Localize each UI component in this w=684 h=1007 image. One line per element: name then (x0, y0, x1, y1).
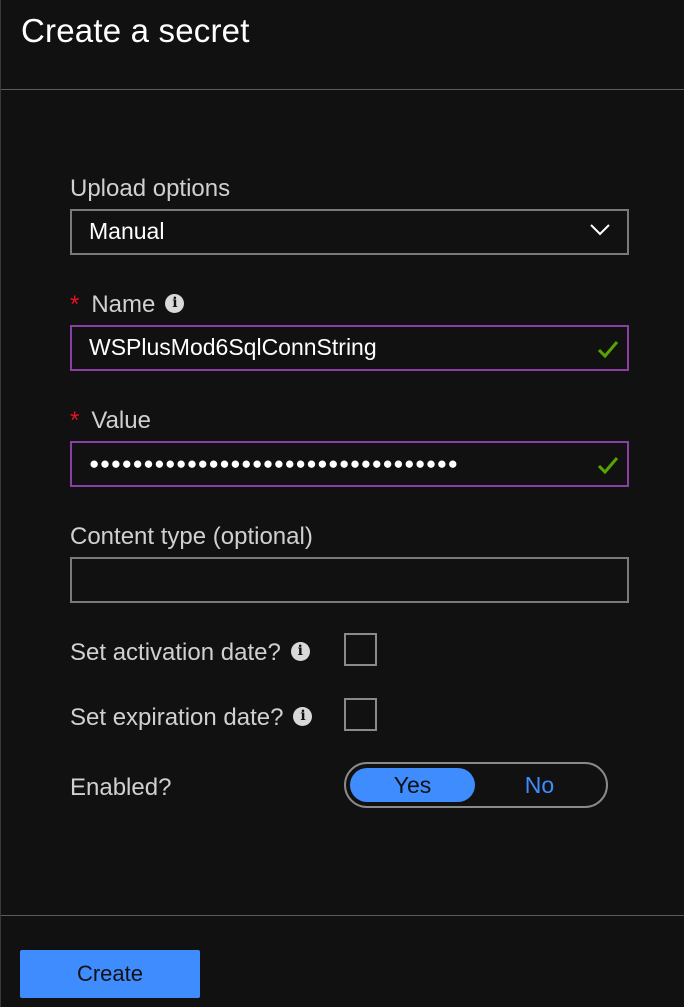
required-mark: * (70, 291, 80, 318)
create-secret-panel: Create a secret Upload options Manual * N… (0, 0, 684, 1007)
upload-options-dropdown[interactable]: Manual (70, 209, 629, 255)
required-mark: * (70, 407, 80, 434)
create-button[interactable]: Create (20, 950, 200, 998)
value-input-masked: ●●●●●●●●●●●●●●●●●●●●●●●●●●●●●●●●●● (89, 454, 459, 473)
value-label-text: Value (91, 407, 151, 434)
header-divider (1, 89, 684, 90)
expiration-date-label-text: Set expiration date? (70, 704, 284, 731)
enabled-toggle[interactable]: Yes No (344, 762, 608, 808)
enabled-no-option[interactable]: No (477, 768, 602, 802)
activation-date-label: Set activation date? i (70, 639, 310, 667)
info-icon[interactable]: i (293, 707, 313, 727)
upload-options-label: Upload options (70, 175, 231, 202)
enabled-yes-option[interactable]: Yes (350, 768, 475, 802)
footer-divider (1, 915, 684, 916)
checkmark-icon (597, 339, 619, 364)
expiration-date-checkbox[interactable] (344, 698, 377, 731)
expiration-date-label: Set expiration date? i (70, 704, 313, 732)
info-icon[interactable]: i (165, 294, 185, 314)
content-type-input[interactable] (70, 557, 629, 603)
value-input[interactable]: ●●●●●●●●●●●●●●●●●●●●●●●●●●●●●●●●●● (70, 441, 629, 487)
content-type-label: Content type (optional) (70, 523, 313, 550)
activation-date-label-text: Set activation date? (70, 639, 281, 666)
name-label: * Name i (70, 291, 185, 319)
activation-date-checkbox[interactable] (344, 633, 377, 666)
chevron-down-icon (589, 223, 611, 242)
value-label: * Value (70, 407, 151, 435)
page-title: Create a secret (21, 12, 250, 49)
name-label-text: Name (91, 291, 156, 318)
name-input-value: WSPlusMod6SqlConnString (89, 334, 377, 360)
info-icon[interactable]: i (290, 642, 310, 662)
enabled-label: Enabled? (70, 774, 172, 801)
upload-options-selected: Manual (89, 218, 165, 244)
name-input[interactable]: WSPlusMod6SqlConnString (70, 325, 629, 371)
checkmark-icon (597, 455, 619, 480)
